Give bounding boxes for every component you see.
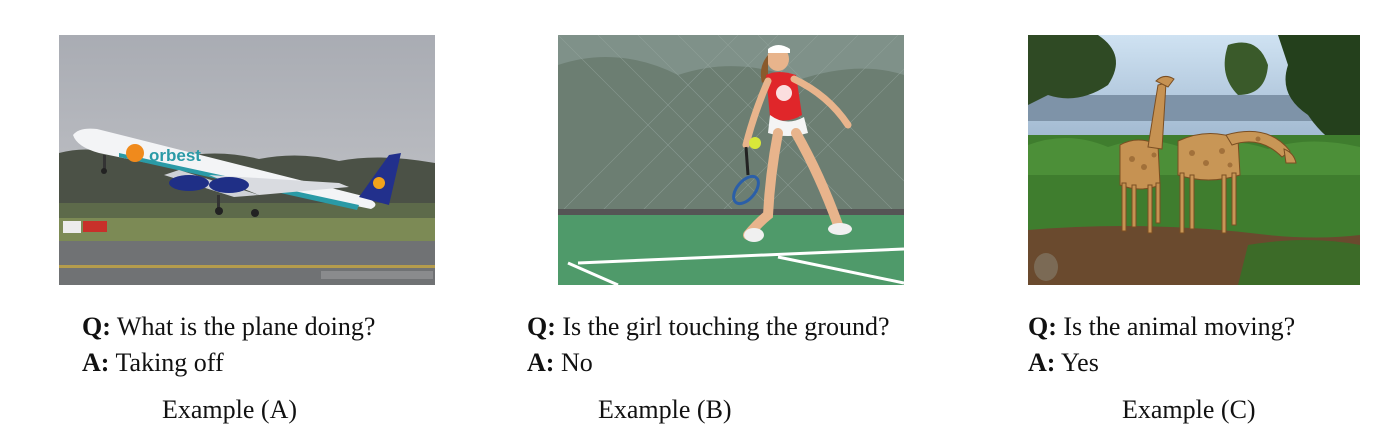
answer-text: No xyxy=(560,348,593,377)
question-text: What is the plane doing? xyxy=(116,312,376,341)
answer-label: A: xyxy=(82,348,110,377)
tennis-illustration xyxy=(558,35,904,285)
tennis-photo xyxy=(558,35,904,285)
answer-text: Taking off xyxy=(115,348,224,377)
answer-line: A: No xyxy=(527,345,890,381)
question-text: Is the animal moving? xyxy=(1063,312,1296,341)
airplane-photo: orbest xyxy=(59,35,435,285)
question-label: Q: xyxy=(82,312,111,341)
question-label: Q: xyxy=(1028,312,1057,341)
answer-label: A: xyxy=(1028,348,1056,377)
qa-block-c: Q: Is the animal moving? A: Yes xyxy=(1028,309,1295,381)
answer-label: A: xyxy=(527,348,555,377)
qa-block-a: Q: What is the plane doing? A: Taking of… xyxy=(82,309,375,381)
giraffe-photo xyxy=(1028,35,1360,285)
question-line: Q: Is the animal moving? xyxy=(1028,309,1295,345)
airplane-illustration: orbest xyxy=(59,35,435,285)
question-line: Q: Is the girl touching the ground? xyxy=(527,309,890,345)
livery-text: orbest xyxy=(149,146,201,165)
caption-b: Example (B) xyxy=(598,395,732,424)
answer-line: A: Taking off xyxy=(82,345,375,381)
question-line: Q: What is the plane doing? xyxy=(82,309,375,345)
caption-c: Example (C) xyxy=(1122,395,1256,424)
qa-block-b: Q: Is the girl touching the ground? A: N… xyxy=(527,309,890,381)
question-label: Q: xyxy=(527,312,556,341)
question-text: Is the girl touching the ground? xyxy=(562,312,890,341)
giraffe-illustration xyxy=(1028,35,1360,285)
answer-line: A: Yes xyxy=(1028,345,1295,381)
answer-text: Yes xyxy=(1060,348,1099,377)
caption-a: Example (A) xyxy=(162,395,298,424)
